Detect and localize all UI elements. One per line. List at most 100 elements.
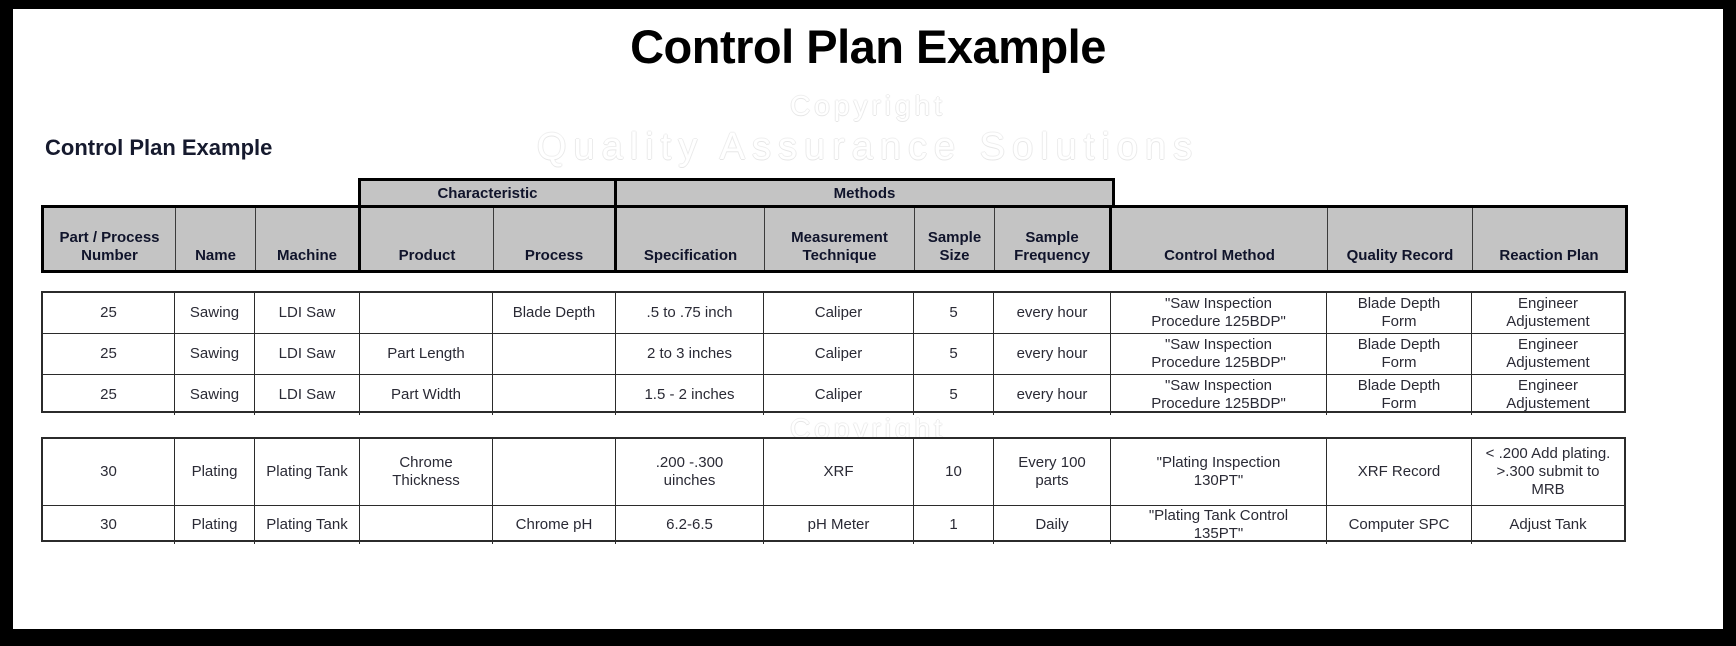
cell-line-2: Adjustement — [1506, 354, 1590, 371]
cell-name: Plating — [175, 439, 255, 505]
column-header-control-method: Control Method — [1112, 208, 1328, 270]
cell-line-2: Thickness — [392, 472, 460, 489]
cell-sample-size: 5 — [914, 334, 994, 374]
cell-product — [360, 506, 493, 544]
cell-control-method: "Saw Inspection Procedure 125BDP" — [1111, 375, 1327, 415]
cell-measurement-technique: Caliper — [764, 375, 914, 415]
cell-line-2: 130PT" — [1193, 472, 1244, 489]
table-row[interactable]: 30 Plating Plating Tank Chrome Thickness… — [43, 439, 1624, 506]
column-header-line-1: Measurement — [791, 229, 888, 247]
cell-line-1: Blade Depth — [1357, 336, 1441, 354]
table-row[interactable]: 30 Plating Plating Tank Chrome pH 6.2-6.… — [43, 506, 1624, 544]
cell-line-2: Form — [1381, 313, 1417, 330]
cell-control-method: "Plating Tank Control 135PT" — [1111, 506, 1327, 544]
cell-line-1: Every 100 — [1018, 454, 1086, 472]
column-header-measurement-technique: Measurement Technique — [765, 208, 915, 270]
cell-sample-frequency: Every 100 parts — [994, 439, 1111, 505]
cell-line-1: "Saw Inspection — [1164, 377, 1273, 395]
cell-product: Chrome Thickness — [360, 439, 493, 505]
column-header-line-2: Frequency — [1014, 246, 1090, 264]
cell-line-1: Engineer — [1517, 336, 1579, 354]
cell-line-1: .200 -.300 — [655, 454, 724, 472]
cell-measurement-technique: Caliper — [764, 334, 914, 374]
cell-reaction-plan: < .200 Add plating. >.300 submit to MRB — [1472, 439, 1624, 505]
cell-reaction-plan: Engineer Adjustement — [1472, 375, 1624, 415]
cell-product — [360, 293, 493, 333]
group-header-characteristic: Characteristic — [361, 181, 617, 205]
cell-measurement-technique: XRF — [764, 439, 914, 505]
cell-line-1: "Saw Inspection — [1164, 295, 1273, 313]
cell-line-2: Procedure 125BDP" — [1151, 395, 1286, 412]
cell-quality-record: Computer SPC — [1327, 506, 1472, 544]
column-header-process: Process — [494, 208, 617, 270]
column-header-name: Name — [176, 208, 256, 270]
cell-sample-frequency: every hour — [994, 375, 1111, 415]
group-header-methods: Methods — [617, 181, 1112, 205]
document-page: Control Plan Example Copyright Quality A… — [13, 9, 1723, 629]
cell-process: Blade Depth — [493, 293, 616, 333]
cell-part-process-number: 25 — [43, 334, 175, 374]
cell-specification: 1.5 - 2 inches — [616, 375, 764, 415]
cell-reaction-plan: Adjust Tank — [1509, 516, 1587, 534]
column-header-machine: Machine — [256, 208, 361, 270]
cell-line-1: Chrome — [399, 454, 453, 472]
cell-sample-frequency: Daily — [994, 506, 1111, 544]
cell-machine: LDI Saw — [255, 375, 360, 415]
cell-part-process-number: 25 — [43, 293, 175, 333]
page-title: Control Plan Example — [630, 20, 1106, 73]
table-row[interactable]: 25 Sawing LDI Saw Part Width 1.5 - 2 inc… — [43, 375, 1624, 415]
cell-line-2: Form — [1381, 395, 1417, 412]
cell-process: Chrome pH — [493, 506, 616, 544]
cell-line-2: parts — [1035, 472, 1069, 489]
table-group-header-row: Characteristic Methods — [358, 178, 1115, 208]
table-group-plating: 30 Plating Plating Tank Chrome Thickness… — [41, 437, 1626, 544]
cell-name: Plating — [175, 506, 255, 544]
cell-sample-size: 5 — [914, 293, 994, 333]
cell-part-process-number: 30 — [43, 506, 175, 544]
table-row[interactable]: 25 Sawing LDI Saw Part Length 2 to 3 inc… — [43, 334, 1624, 375]
cell-control-method: "Plating Inspection 130PT" — [1111, 439, 1327, 505]
cell-quality-record: Blade Depth Form — [1327, 334, 1472, 374]
cell-specification: .5 to .75 inch — [616, 293, 764, 333]
cell-line-1: "Plating Tank Control — [1148, 507, 1289, 525]
cell-machine: LDI Saw — [255, 293, 360, 333]
cell-sample-frequency: every hour — [994, 293, 1111, 333]
cell-reaction-plan: Engineer Adjustement — [1472, 334, 1624, 374]
cell-part-process-number: 30 — [43, 439, 175, 505]
cell-product: Part Width — [360, 375, 493, 415]
cell-line-2: Adjustement — [1506, 395, 1590, 412]
cell-control-method: "Saw Inspection Procedure 125BDP" — [1111, 334, 1327, 374]
cell-reaction-plan: Engineer Adjustement — [1472, 293, 1624, 333]
cell-machine: Plating Tank — [255, 439, 360, 505]
column-header-reaction-plan: Reaction Plan — [1473, 208, 1625, 270]
cell-name: Sawing — [175, 293, 255, 333]
cell-product: Part Length — [360, 334, 493, 374]
cell-specification: .200 -.300 uinches — [616, 439, 764, 505]
column-header-line-2: Technique — [802, 246, 877, 264]
cell-specification: 6.2-6.5 — [616, 506, 764, 544]
cell-line-1: "Plating Inspection — [1156, 454, 1281, 472]
column-header-sample-frequency: Sample Frequency — [995, 208, 1112, 270]
cell-part-process-number: 25 — [43, 375, 175, 415]
cell-line-1: Engineer — [1517, 295, 1579, 313]
column-header-sample-size: Sample Size — [915, 208, 995, 270]
section-heading: Control Plan Example — [45, 135, 273, 160]
cell-line-2: Procedure 125BDP" — [1151, 313, 1286, 330]
cell-line-1: Blade Depth — [1357, 295, 1441, 313]
cell-measurement-technique: pH Meter — [764, 506, 914, 544]
cell-quality-record: Blade Depth Form — [1327, 293, 1472, 333]
cell-line-3: MRB — [1531, 480, 1565, 498]
cell-sample-size: 10 — [914, 439, 994, 505]
cell-sample-size: 1 — [914, 506, 994, 544]
table-row[interactable]: 25 Sawing LDI Saw Blade Depth .5 to .75 … — [43, 293, 1624, 334]
cell-line-2: >.300 submit to — [1496, 463, 1600, 481]
column-header-line-1: Sample — [1025, 229, 1079, 247]
cell-line-2: 135PT" — [1193, 525, 1244, 542]
cell-machine: Plating Tank — [255, 506, 360, 544]
column-header-quality-record: Quality Record — [1328, 208, 1473, 270]
cell-measurement-technique: Caliper — [764, 293, 914, 333]
cell-line-1: Blade Depth — [1357, 377, 1441, 395]
cell-line-2: Form — [1381, 354, 1417, 371]
cell-line-2: uinches — [663, 472, 716, 489]
cell-line-1: < .200 Add plating. — [1485, 445, 1611, 463]
